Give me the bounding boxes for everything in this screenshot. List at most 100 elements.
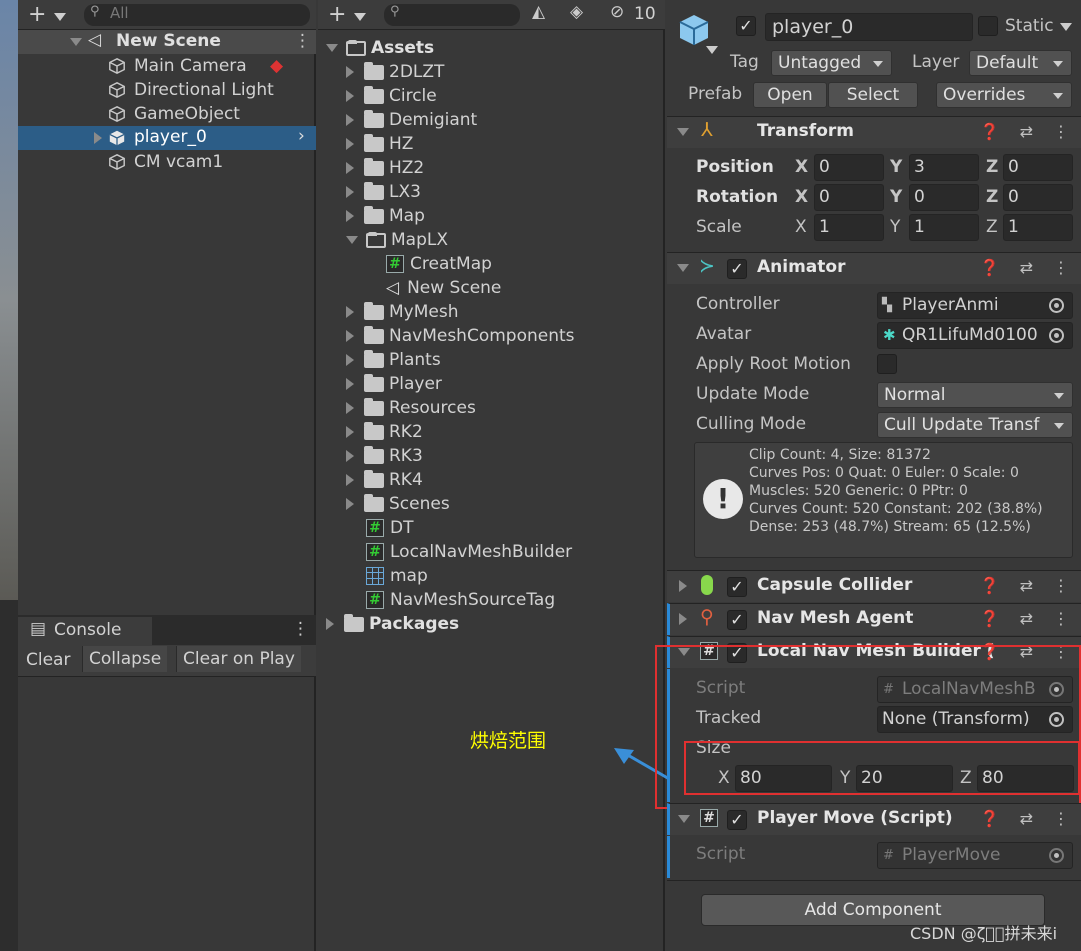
transform-header[interactable]: ⅄ Transform ❓ ⇄ ⋮: [667, 116, 1081, 148]
presets-icon[interactable]: ⇄: [1020, 258, 1033, 277]
scene-view[interactable]: [0, 0, 18, 600]
folder-item[interactable]: RK3: [346, 444, 423, 468]
object-name-input[interactable]: player_0: [765, 13, 973, 41]
console-tab[interactable]: ▤ Console: [18, 617, 152, 645]
folder-item[interactable]: RK4: [346, 468, 423, 492]
folder-item[interactable]: LX3: [346, 180, 421, 204]
avatar-field[interactable]: ✱ QR1LifuMd0100: [877, 322, 1073, 349]
folder-item[interactable]: Resources: [346, 396, 476, 420]
scene-menu-icon[interactable]: ⋮: [294, 31, 311, 51]
tag-dropdown[interactable]: Untagged: [771, 50, 892, 76]
expand-icon[interactable]: [94, 132, 102, 144]
prefab-open-button[interactable]: Open: [753, 82, 827, 108]
hidden-packages-eye-icon[interactable]: ⊘: [610, 2, 624, 22]
folder-item[interactable]: 2DLZT: [346, 60, 444, 84]
asset-item[interactable]: # LocalNavMeshBuilder: [366, 540, 572, 564]
animator-header[interactable]: ≻ ✓ Animator ❓ ⇄ ⋮: [667, 252, 1081, 284]
expand-icon[interactable]: [346, 186, 354, 198]
component-menu-icon[interactable]: ⋮: [1053, 122, 1069, 141]
hierarchy-item-selected[interactable]: player_0 ›: [18, 126, 316, 150]
help-icon[interactable]: ❓: [980, 809, 1000, 828]
component-menu-icon[interactable]: ⋮: [1053, 258, 1069, 277]
help-icon[interactable]: ❓: [980, 576, 1000, 595]
expand-icon[interactable]: [346, 306, 354, 318]
static-checkbox[interactable]: [978, 16, 998, 36]
help-icon[interactable]: ❓: [980, 609, 1000, 628]
expand-icon[interactable]: [346, 354, 354, 366]
nav-mesh-agent-header[interactable]: ⚲ ✓ Nav Mesh Agent ❓ ⇄ ⋮: [667, 603, 1081, 635]
active-toggle-checkbox[interactable]: ✓: [736, 16, 756, 36]
presets-icon[interactable]: ⇄: [1020, 122, 1033, 141]
clear-on-play-button[interactable]: Clear on Play: [176, 646, 301, 672]
assets-root[interactable]: Assets: [326, 36, 434, 60]
hierarchy-item[interactable]: Main Camera: [108, 54, 247, 78]
asset-item[interactable]: # NavMeshSourceTag: [366, 588, 555, 612]
expand-icon[interactable]: [346, 450, 354, 462]
help-icon[interactable]: ❓: [980, 122, 1000, 141]
folder-item[interactable]: NavMeshComponents: [346, 324, 575, 348]
expand-icon[interactable]: [346, 114, 354, 126]
capsule-enabled-checkbox[interactable]: ✓: [727, 577, 747, 597]
folder-item[interactable]: Demigiant: [346, 108, 477, 132]
scale-z-field[interactable]: 1: [1003, 214, 1073, 241]
folder-item[interactable]: HZ2: [346, 156, 424, 180]
filter-by-type-icon[interactable]: ◭: [532, 2, 545, 22]
expand-icon[interactable]: [346, 162, 354, 174]
scale-y-field[interactable]: 1: [909, 214, 979, 241]
expand-scene-icon[interactable]: [70, 38, 82, 46]
hierarchy-item[interactable]: GameObject: [108, 102, 240, 126]
prefab-select-button[interactable]: Select: [828, 82, 918, 108]
object-picker-icon[interactable]: [1049, 298, 1064, 313]
static-dropdown-icon[interactable]: [1060, 23, 1072, 31]
expand-icon[interactable]: [346, 66, 354, 78]
hierarchy-item[interactable]: CM vcam1: [108, 150, 223, 174]
project-search-input[interactable]: ⚲: [384, 4, 520, 26]
expand-icon[interactable]: [346, 90, 354, 102]
expand-icon[interactable]: [346, 378, 354, 390]
presets-icon[interactable]: ⇄: [1020, 609, 1033, 628]
layer-dropdown[interactable]: Default: [969, 50, 1072, 76]
apply-root-motion-checkbox[interactable]: [877, 354, 897, 374]
scale-x-field[interactable]: 1: [814, 214, 884, 241]
expand-icon[interactable]: [346, 402, 354, 414]
help-icon[interactable]: ❓: [980, 258, 1000, 277]
folder-item[interactable]: Player: [346, 372, 442, 396]
collapse-icon[interactable]: [678, 815, 690, 823]
collapse-icon[interactable]: [677, 264, 689, 272]
object-picker-icon[interactable]: [1049, 328, 1064, 343]
position-x-field[interactable]: 0: [814, 154, 884, 181]
folder-item[interactable]: Scenes: [346, 492, 450, 516]
asset-item[interactable]: ◁ New Scene: [386, 276, 501, 300]
create-dropdown-icon[interactable]: [354, 13, 366, 21]
folder-item[interactable]: RK2: [346, 420, 423, 444]
component-menu-icon[interactable]: ⋮: [1053, 809, 1069, 828]
update-mode-dropdown[interactable]: Normal: [877, 382, 1073, 408]
player-move-header[interactable]: # ✓ Player Move (Script) ❓ ⇄ ⋮: [667, 803, 1081, 835]
prefab-overrides-dropdown[interactable]: Overrides: [936, 82, 1072, 108]
player-move-enabled-checkbox[interactable]: ✓: [727, 810, 747, 830]
expand-icon[interactable]: [346, 498, 354, 510]
expand-icon[interactable]: [679, 580, 687, 592]
rotation-y-field[interactable]: 0: [909, 184, 979, 211]
folder-item[interactable]: Plants: [346, 348, 441, 372]
folder-item[interactable]: Map: [346, 204, 425, 228]
collapse-icon[interactable]: [677, 128, 689, 136]
rotation-z-field[interactable]: 0: [1003, 184, 1073, 211]
expand-icon[interactable]: [346, 426, 354, 438]
culling-mode-dropdown[interactable]: Cull Update Transf: [877, 412, 1073, 438]
console-menu-icon[interactable]: ⋮: [292, 619, 309, 639]
folder-item[interactable]: HZ: [346, 132, 413, 156]
folder-item[interactable]: MyMesh: [346, 300, 459, 324]
presets-icon[interactable]: ⇄: [1020, 576, 1033, 595]
create-dropdown-icon[interactable]: [54, 13, 66, 21]
expand-icon[interactable]: [679, 613, 687, 625]
hierarchy-item[interactable]: Directional Light: [108, 78, 274, 102]
scene-header[interactable]: ◁ New Scene ⋮: [18, 30, 316, 54]
animator-enabled-checkbox[interactable]: ✓: [727, 259, 747, 279]
presets-icon[interactable]: ⇄: [1020, 809, 1033, 828]
clear-button[interactable]: Clear: [26, 650, 70, 670]
folder-item[interactable]: MapLX: [346, 228, 448, 252]
expand-icon[interactable]: [326, 44, 338, 52]
rotation-x-field[interactable]: 0: [814, 184, 884, 211]
expand-icon[interactable]: [346, 236, 358, 244]
